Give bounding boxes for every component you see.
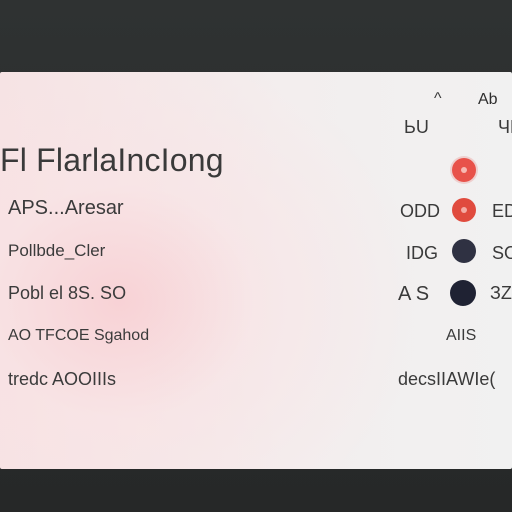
- status-dot-inner-2: [461, 207, 467, 213]
- column-header-right: ЧD: [498, 117, 512, 137]
- page-title: Fl FlarlaIncIong: [0, 142, 224, 178]
- column-header-mid: ЬU: [404, 117, 429, 137]
- row-right-3: ЗZ: [490, 283, 512, 303]
- row-label-4: AO TFCOE Sgahod: [8, 327, 150, 344]
- row-right-2: SO: [492, 243, 512, 263]
- row-mid-3: A S: [398, 283, 430, 305]
- chevron-up-icon[interactable]: ^: [434, 90, 442, 108]
- screen: ^ Ab ЬU ЧD Fl FlarlaIncIong APS...Aresar…: [0, 0, 512, 512]
- row-mid-4: AIIS: [446, 327, 477, 344]
- header-right-label: Ab: [478, 91, 498, 108]
- status-dot-dark-2[interactable]: [450, 280, 476, 306]
- row-label-5: tredc AOOIIIs: [8, 369, 117, 389]
- row-right-1: ЕD: [492, 201, 512, 221]
- status-dot-inner-1: [461, 167, 467, 173]
- row-mid-1: ODD: [400, 201, 440, 221]
- row-label-1: APS...Aresar: [8, 197, 124, 219]
- status-dot-dark-1[interactable]: [452, 239, 476, 263]
- row-label-2: Pollbde_Cler: [8, 241, 106, 260]
- row-mid-5: decsIIAWIe(: [398, 369, 496, 389]
- settings-panel: ^ Ab ЬU ЧD Fl FlarlaIncIong APS...Aresar…: [0, 72, 512, 469]
- row-label-3: Pobl el 8S. SO: [8, 283, 127, 303]
- row-mid-2: IDG: [406, 243, 439, 263]
